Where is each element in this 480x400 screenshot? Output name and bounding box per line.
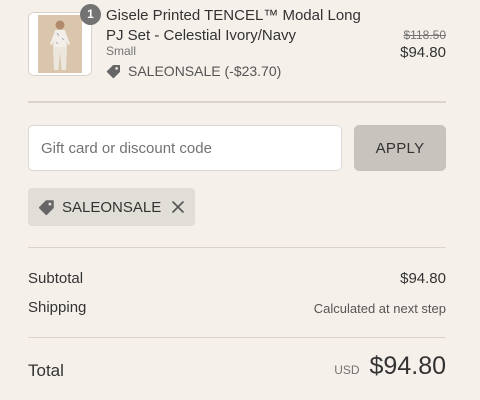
compare-at-price: $118.50 (403, 28, 447, 42)
subtotal-value: $94.80 (400, 270, 446, 287)
divider (28, 247, 446, 248)
total-currency: USD (334, 363, 360, 377)
subtotal-label: Subtotal (28, 270, 84, 287)
product-title: Gisele Printed TENCEL™ Modal Long PJ Set… (106, 7, 361, 44)
product-variant: Small (106, 44, 137, 58)
apply-button[interactable]: APPLY (354, 125, 446, 171)
item-price: $94.80 (400, 44, 446, 61)
line-item: 1 Gisele Printed TENCEL™ Modal Long PJ S… (28, 0, 446, 103)
applied-discount-tag: SALEONSALE (28, 188, 196, 226)
order-summary: 1 Gisele Printed TENCEL™ Modal Long PJ S… (28, 0, 446, 380)
product-thumbnail-wrapper: 1 (28, 4, 101, 76)
total-row: Total USD $94.80 (28, 352, 446, 388)
tag-icon (38, 198, 56, 216)
discount-code-form: APPLY (28, 125, 446, 171)
quantity-badge: 1 (80, 4, 101, 25)
total-value: $94.80 (369, 352, 446, 380)
subtotal-row: Subtotal $94.80 (28, 270, 446, 290)
divider (28, 337, 446, 338)
close-icon[interactable] (171, 200, 185, 214)
applied-discount-code: SALEONSALE (62, 198, 162, 216)
shipping-label: Shipping (28, 299, 87, 316)
shipping-value: Calculated at next step (313, 301, 446, 316)
line-discount: SALEONSALE (-$23.70) (106, 63, 281, 79)
line-discount-label: SALEONSALE (-$23.70) (128, 63, 282, 79)
product-image (29, 13, 91, 75)
total-label: Total (28, 361, 64, 380)
discount-code-input[interactable] (28, 125, 342, 171)
tag-icon (106, 63, 122, 79)
total-amount: USD $94.80 (334, 352, 446, 381)
shipping-row: Shipping Calculated at next step (28, 299, 446, 319)
